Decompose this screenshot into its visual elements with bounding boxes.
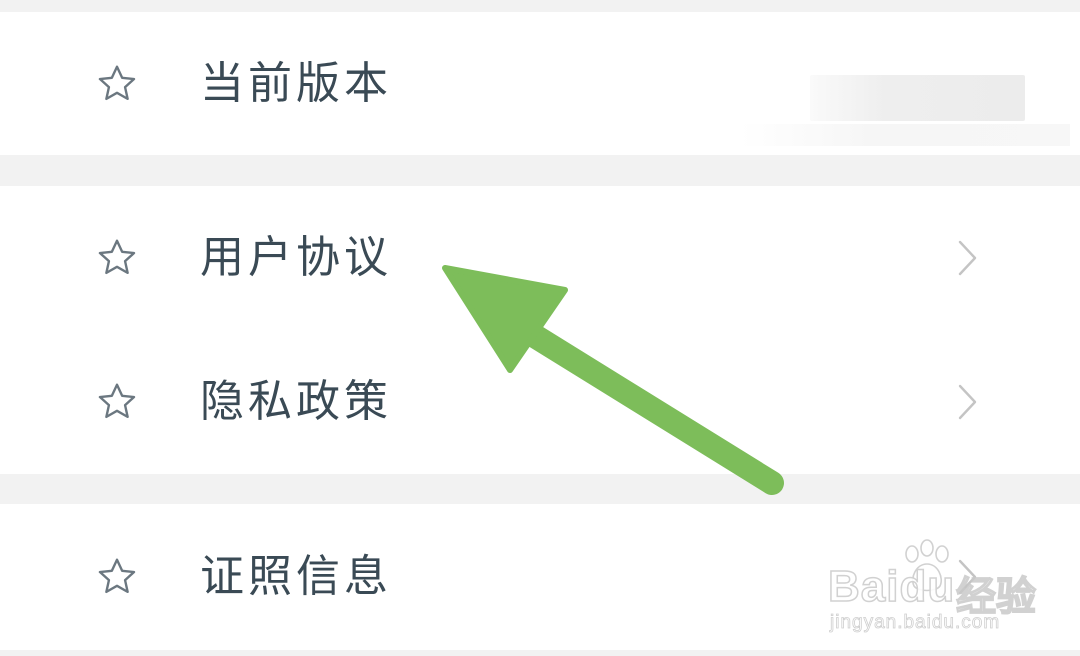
- settings-row-user-agreement[interactable]: 用户协议: [0, 186, 1080, 330]
- settings-row-current-version[interactable]: 当前版本: [0, 12, 1080, 155]
- settings-row-label: 隐私政策: [200, 376, 392, 427]
- settings-row-label: 当前版本: [200, 57, 392, 109]
- settings-group-version: 当前版本: [0, 12, 1080, 155]
- settings-row-label: 证照信息: [200, 551, 392, 602]
- star-outline-icon: [98, 239, 136, 275]
- version-value-blurred: [810, 75, 1025, 121]
- settings-row-privacy-policy[interactable]: 隐私政策: [0, 330, 1080, 474]
- star-outline-icon: [98, 558, 136, 594]
- watermark-brand: Baidu: [827, 561, 956, 612]
- chevron-right-icon: [958, 384, 977, 420]
- version-value-blur-fade: [740, 124, 1070, 146]
- watermark-url: jingyan.baidu.com: [830, 612, 1001, 634]
- star-outline-icon: [98, 383, 136, 419]
- settings-row-label: 用户协议: [200, 232, 392, 283]
- star-outline-icon: [98, 65, 136, 100]
- chevron-right-icon: [958, 240, 977, 276]
- baidu-jingyan-watermark: Baidu 经验 jingyan.baidu.com: [827, 538, 1048, 634]
- settings-group-legal: 用户协议 隐私政策: [0, 186, 1080, 474]
